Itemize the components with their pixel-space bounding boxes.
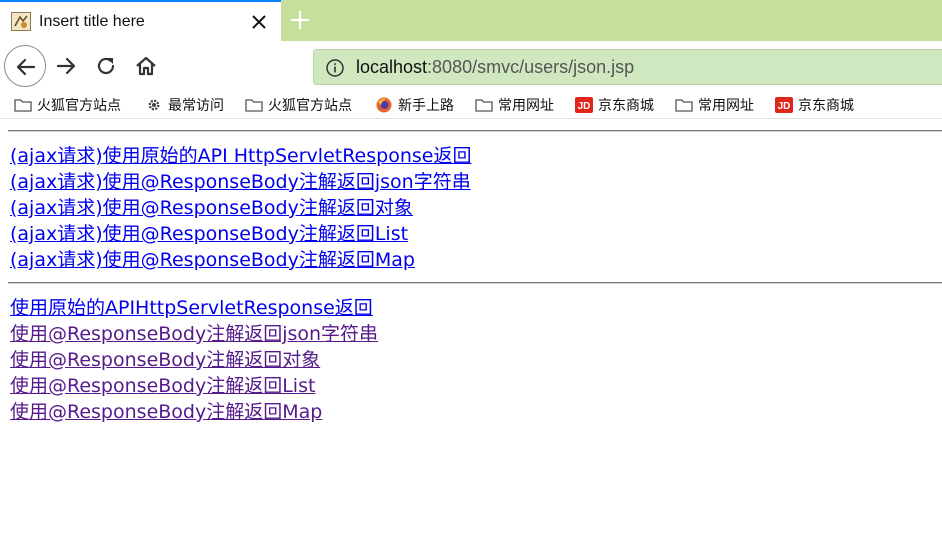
plus-icon[interactable] — [289, 9, 311, 31]
bookmark-item[interactable]: JD 京东商城 — [775, 94, 854, 116]
bookmark-item[interactable]: 火狐官方站点 — [245, 94, 352, 116]
navigation-bar: localhost:8080/smvc/users/json.jsp — [0, 41, 942, 90]
url-path: :8080/smvc/users/json.jsp — [427, 57, 635, 77]
bookmark-item[interactable]: 新手上路 — [375, 94, 454, 116]
link-map[interactable]: 使用@ResponseBody注解返回Map — [10, 399, 322, 425]
jd-icon: JD — [775, 97, 793, 113]
bookmark-item[interactable]: 常用网址 — [675, 94, 754, 116]
info-icon[interactable] — [325, 58, 345, 78]
home-icon[interactable] — [134, 54, 158, 78]
svg-text:JD: JD — [778, 101, 791, 112]
bookmark-item[interactable]: 最常访问 — [145, 94, 224, 116]
ajax-link-map[interactable]: (ajax请求)使用@ResponseBody注解返回Map — [10, 247, 415, 273]
url-text: localhost:8080/smvc/users/json.jsp — [356, 57, 634, 78]
folder-icon — [245, 99, 263, 112]
url-host: localhost — [356, 57, 428, 77]
bookmarks-toolbar: 火狐官方站点 最常访问 火狐官方站点 新手上路 常用网址 JD 京东商城 常用网… — [0, 90, 942, 119]
close-icon[interactable] — [249, 12, 269, 32]
url-bar[interactable]: localhost:8080/smvc/users/json.jsp — [313, 49, 942, 85]
divider — [8, 282, 942, 284]
bookmark-item[interactable]: JD 京东商城 — [575, 94, 654, 116]
ajax-link-raw-response[interactable]: (ajax请求)使用原始的API HttpServletResponse返回 — [10, 143, 471, 169]
link-raw-response[interactable]: 使用原始的APIHttpServletResponse返回 — [10, 295, 373, 321]
active-tab[interactable]: Insert title here — [0, 0, 281, 41]
svg-text:JD: JD — [578, 101, 591, 112]
back-button[interactable] — [4, 45, 46, 87]
forward-arrow-icon[interactable] — [54, 54, 78, 78]
folder-icon — [14, 99, 32, 112]
tab-strip: Insert title here — [0, 0, 942, 41]
gear-icon — [148, 99, 160, 111]
jd-icon: JD — [575, 97, 593, 113]
ajax-link-json-string[interactable]: (ajax请求)使用@ResponseBody注解返回json字符串 — [10, 169, 471, 195]
tab-title: Insert title here — [39, 13, 145, 30]
divider — [8, 130, 942, 132]
link-list[interactable]: 使用@ResponseBody注解返回List — [10, 373, 315, 399]
page-content: (ajax请求)使用原始的API HttpServletResponse返回 (… — [0, 120, 942, 552]
folder-icon — [675, 99, 693, 112]
eclipse-jsp-icon — [11, 12, 31, 31]
bookmark-item[interactable]: 常用网址 — [475, 94, 554, 116]
reload-icon[interactable] — [94, 54, 118, 78]
link-object[interactable]: 使用@ResponseBody注解返回对象 — [10, 347, 320, 373]
back-arrow-icon — [16, 58, 36, 76]
bookmark-item[interactable]: 火狐官方站点 — [14, 94, 121, 116]
ajax-link-list[interactable]: (ajax请求)使用@ResponseBody注解返回List — [10, 221, 408, 247]
folder-icon — [475, 99, 493, 112]
ajax-link-object[interactable]: (ajax请求)使用@ResponseBody注解返回对象 — [10, 195, 413, 221]
firefox-icon — [376, 97, 392, 113]
link-json-string[interactable]: 使用@ResponseBody注解返回json字符串 — [10, 321, 378, 347]
